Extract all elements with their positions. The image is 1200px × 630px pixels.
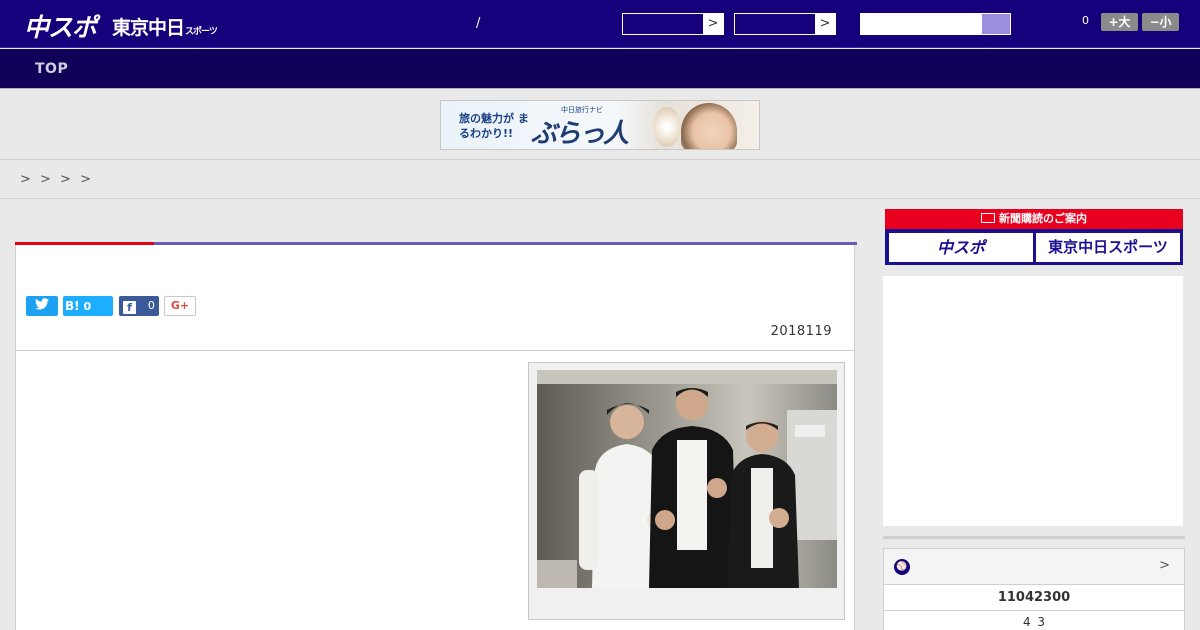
hatena-count: 0 [83,300,92,313]
seashell-image [653,107,681,147]
header-separator: / [476,16,481,31]
top-header: 中スポ 東京中日スポーツ / > > 0 +大 −小 [0,0,1200,48]
article-date: 2018119 [770,324,832,339]
score-sub: 4 3 [1022,615,1046,629]
article-card: B! 0 f 0 G+ 2018119 [15,242,857,630]
article-photo[interactable] [537,370,837,588]
article-accent-bar-secondary [154,242,857,245]
tokyo-chunichi-logo[interactable]: 東京中日スポーツ [112,13,218,40]
score-main: 11042300 [884,585,1184,611]
nav-item-top[interactable]: TOP [35,61,68,77]
baseball-icon: ⚾ [894,559,910,575]
twitter-share-button[interactable] [26,296,58,316]
breadcrumb-bar: > > > > [0,161,1200,199]
search-input[interactable] [860,13,1011,35]
hatena-bookmark-button[interactable]: B! 0 [63,296,113,316]
sidebar-divider [883,536,1185,539]
subscription-banner[interactable]: 新聞購読のご案内 中スポ 東京中日スポーツ [885,209,1183,265]
chevron-right-icon[interactable]: > [703,14,723,34]
chuspo-logo[interactable]: 中スポ [24,8,97,44]
banner-area: 旅の魅力が まるわかり!! 中日旅行ナビ ぶらっ人 [0,90,1200,160]
hatena-icon: B! [65,299,80,313]
subcategory-select[interactable]: > [734,13,836,35]
subscription-title: 新聞購読のご案内 [885,209,1183,229]
facebook-share-button[interactable]: f 0 [119,296,159,316]
subscription-tokyo-tile[interactable]: 東京中日スポーツ [1036,233,1180,262]
sidebar-ad-slot [883,276,1183,526]
subscription-chuspo-tile[interactable]: 中スポ [889,233,1033,262]
breadcrumb[interactable]: > > > > [20,172,91,187]
font-size-smaller-button[interactable]: −小 [1142,13,1179,31]
google-plus-share-button[interactable]: G+ [164,296,196,316]
twitter-icon [35,298,49,310]
article-divider [16,350,854,351]
banner-headline: 旅の魅力が まるわかり!! [459,112,529,140]
tokyo-chunichi-logo-suffix: スポーツ [185,27,218,37]
subscription-title-text: 新聞購読のご案内 [999,212,1087,225]
search-button[interactable] [982,14,1010,34]
newspaper-icon [981,213,995,223]
facebook-icon: f [123,301,136,314]
score-more-link[interactable]: > [1159,558,1170,573]
notification-count: 0 [1082,14,1089,27]
article-accent-bar [15,242,154,245]
main-nav: TOP [0,49,1200,89]
font-size-larger-button[interactable]: +大 [1101,13,1138,31]
baseball-score-widget: ⚾ > 11042300 4 3 [883,548,1185,630]
tokyo-chunichi-logo-text: 東京中日 [112,17,185,39]
woman-photo [681,103,737,149]
banner-brand: ぶらっ人 [531,119,629,149]
travel-ad-banner[interactable]: 旅の魅力が まるわかり!! 中日旅行ナビ ぶらっ人 [440,100,760,150]
category-select[interactable]: > [622,13,724,35]
chevron-right-icon[interactable]: > [815,14,835,34]
facebook-count: 0 [147,299,155,312]
three-men-photo [537,370,837,588]
article-photo-frame [528,362,845,620]
score-header: ⚾ > [884,549,1184,585]
